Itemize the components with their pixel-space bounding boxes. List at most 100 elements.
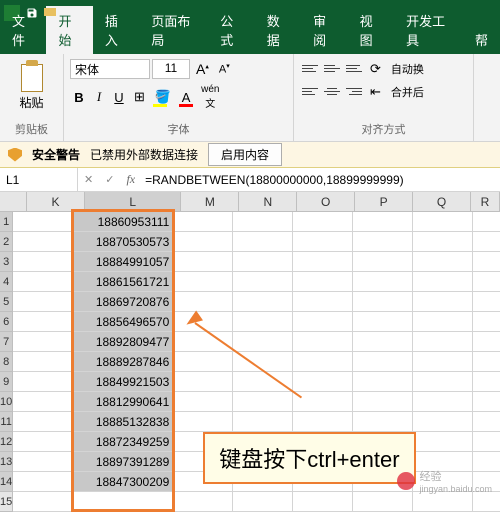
cell-L14[interactable]: 18847300209	[73, 472, 173, 492]
cell-K14[interactable]	[13, 472, 73, 492]
cell-M8[interactable]	[173, 352, 233, 372]
cell-L10[interactable]: 18812990641	[73, 392, 173, 412]
paste-button[interactable]: 粘贴	[6, 56, 57, 115]
cell-K8[interactable]	[13, 352, 73, 372]
cell-R3[interactable]	[473, 252, 500, 272]
cell-R1[interactable]	[473, 212, 500, 232]
cell-L11[interactable]: 18885132838	[73, 412, 173, 432]
row-header-6[interactable]: 6	[0, 312, 13, 332]
cell-N11[interactable]	[233, 412, 293, 432]
cell-R15[interactable]	[473, 492, 500, 512]
row-header-3[interactable]: 3	[0, 252, 13, 272]
cell-R5[interactable]	[473, 292, 500, 312]
font-size-select[interactable]: 11	[152, 59, 190, 79]
cell-Q5[interactable]	[413, 292, 473, 312]
cell-O1[interactable]	[293, 212, 353, 232]
cell-R2[interactable]	[473, 232, 500, 252]
cell-N6[interactable]	[233, 312, 293, 332]
cell-R10[interactable]	[473, 392, 500, 412]
row-header-15[interactable]: 15	[0, 492, 13, 512]
tab-formulas[interactable]: 公式	[208, 6, 254, 54]
row-header-5[interactable]: 5	[0, 292, 13, 312]
align-middle-button[interactable]	[322, 59, 342, 77]
cell-O10[interactable]	[293, 392, 353, 412]
cell-P7[interactable]	[353, 332, 413, 352]
cell-Q6[interactable]	[413, 312, 473, 332]
cell-P5[interactable]	[353, 292, 413, 312]
cell-L6[interactable]: 18856496570	[73, 312, 173, 332]
cell-O8[interactable]	[293, 352, 353, 372]
cell-L8[interactable]: 18889287846	[73, 352, 173, 372]
cell-K10[interactable]	[13, 392, 73, 412]
cell-N4[interactable]	[233, 272, 293, 292]
cell-O7[interactable]	[293, 332, 353, 352]
cell-M2[interactable]	[173, 232, 233, 252]
cell-K4[interactable]	[13, 272, 73, 292]
col-header-O[interactable]: O	[297, 192, 355, 211]
border-button[interactable]: ⊞	[130, 87, 149, 107]
select-all-corner[interactable]	[0, 192, 27, 211]
cell-Q2[interactable]	[413, 232, 473, 252]
cells-area[interactable]: 键盘按下ctrl+enter 1886095311118870530573188…	[13, 212, 500, 512]
cell-K1[interactable]	[13, 212, 73, 232]
cell-K13[interactable]	[13, 452, 73, 472]
cell-Q7[interactable]	[413, 332, 473, 352]
tab-insert[interactable]: 插入	[93, 6, 139, 54]
cell-Q9[interactable]	[413, 372, 473, 392]
increase-font-button[interactable]: A▴	[192, 59, 213, 79]
cell-P15[interactable]	[353, 492, 413, 512]
cell-M1[interactable]	[173, 212, 233, 232]
row-header-9[interactable]: 9	[0, 372, 13, 392]
cell-Q1[interactable]	[413, 212, 473, 232]
cell-N7[interactable]	[233, 332, 293, 352]
cell-K11[interactable]	[13, 412, 73, 432]
cell-R8[interactable]	[473, 352, 500, 372]
align-right-button[interactable]	[344, 82, 364, 100]
name-box[interactable]: L1	[0, 168, 78, 191]
phonetic-button[interactable]: wén文	[197, 82, 223, 112]
cell-M3[interactable]	[173, 252, 233, 272]
cell-M9[interactable]	[173, 372, 233, 392]
cell-K6[interactable]	[13, 312, 73, 332]
row-header-12[interactable]: 12	[0, 432, 13, 452]
cancel-formula-button[interactable]: ✕	[78, 173, 99, 186]
cell-L7[interactable]: 18892809477	[73, 332, 173, 352]
col-header-M[interactable]: M	[181, 192, 239, 211]
cell-O6[interactable]	[293, 312, 353, 332]
row-header-14[interactable]: 14	[0, 472, 13, 492]
cell-P8[interactable]	[353, 352, 413, 372]
fill-color-button[interactable]: 🪣	[151, 87, 175, 107]
orientation-button[interactable]: ⟳	[366, 59, 385, 79]
cell-M15[interactable]	[173, 492, 233, 512]
cell-Q12[interactable]	[413, 432, 473, 452]
cell-K5[interactable]	[13, 292, 73, 312]
cell-L12[interactable]: 18872349259	[73, 432, 173, 452]
cell-K2[interactable]	[13, 232, 73, 252]
cell-K15[interactable]	[13, 492, 73, 512]
col-header-P[interactable]: P	[355, 192, 413, 211]
cell-P9[interactable]	[353, 372, 413, 392]
align-top-button[interactable]	[300, 59, 320, 77]
cell-N1[interactable]	[233, 212, 293, 232]
underline-button[interactable]: U	[110, 88, 128, 107]
cell-R6[interactable]	[473, 312, 500, 332]
tab-developer[interactable]: 开发工具	[394, 6, 463, 54]
indent-button[interactable]: ⇤	[366, 82, 385, 102]
col-header-Q[interactable]: Q	[413, 192, 471, 211]
format-painter-icon[interactable]	[44, 8, 64, 16]
bold-button[interactable]: B	[70, 88, 88, 107]
cell-L1[interactable]: 18860953111	[73, 212, 173, 232]
cell-N15[interactable]	[233, 492, 293, 512]
decrease-font-button[interactable]: A▾	[215, 60, 234, 78]
col-header-K[interactable]: K	[27, 192, 85, 211]
row-header-13[interactable]: 13	[0, 452, 13, 472]
cell-L13[interactable]: 18897391289	[73, 452, 173, 472]
font-color-button[interactable]: A	[177, 88, 195, 107]
cell-M11[interactable]	[173, 412, 233, 432]
cell-Q10[interactable]	[413, 392, 473, 412]
cell-K9[interactable]	[13, 372, 73, 392]
accept-formula-button[interactable]: ✓	[99, 173, 120, 186]
tab-data[interactable]: 数据	[255, 6, 301, 54]
cell-Q11[interactable]	[413, 412, 473, 432]
cell-P1[interactable]	[353, 212, 413, 232]
